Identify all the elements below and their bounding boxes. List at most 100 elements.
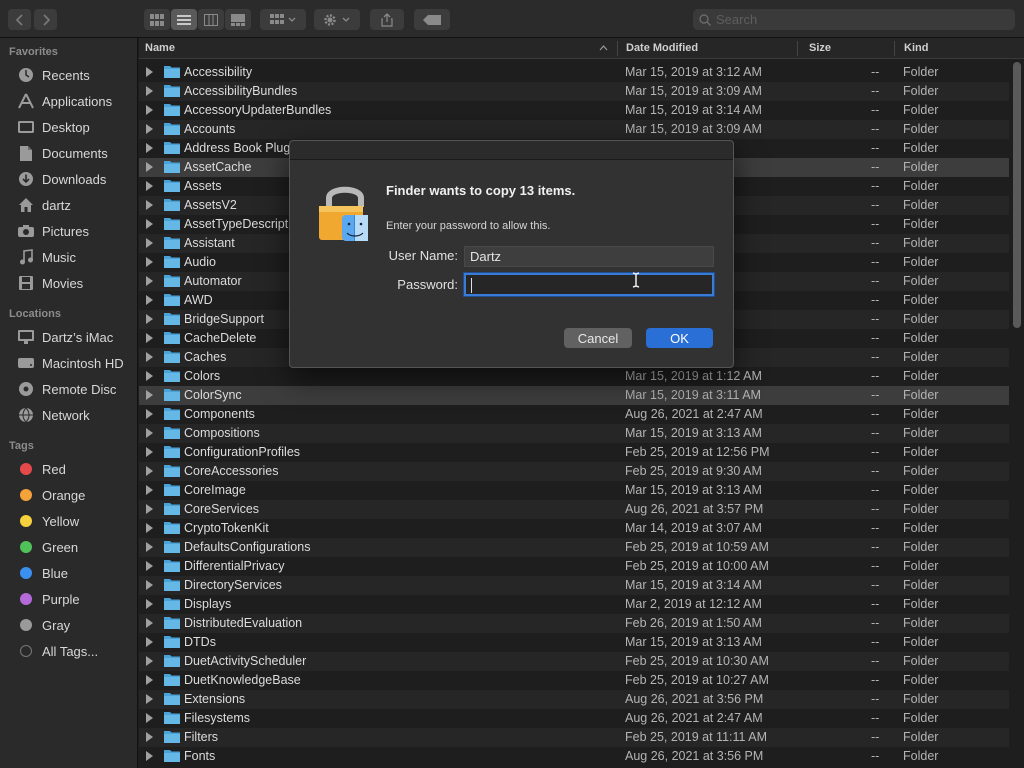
table-row[interactable]: Extensions Aug 26, 2021 at 3:56 PM -- Folde… [139, 690, 1009, 709]
disclosure-triangle-icon[interactable] [146, 504, 153, 514]
disclosure-triangle-icon[interactable] [146, 599, 153, 609]
disclosure-triangle-icon[interactable] [146, 86, 153, 96]
group-by-button[interactable] [260, 9, 306, 30]
vertical-scrollbar[interactable] [1013, 62, 1021, 328]
column-name-header[interactable]: Name [145, 42, 175, 54]
view-columns-button[interactable] [198, 9, 224, 30]
sidebar-tag-yellow[interactable]: Yellow [16, 510, 134, 532]
table-row[interactable]: DuetActivityScheduler Feb 25, 2019 at 10:… [139, 652, 1009, 671]
table-row[interactable]: DifferentialPrivacy Feb 25, 2019 at 10:00… [139, 557, 1009, 576]
sidebar-tag-blue[interactable]: Blue [16, 562, 134, 584]
username-field[interactable] [464, 246, 714, 267]
disclosure-triangle-icon[interactable] [146, 238, 153, 248]
table-row[interactable]: CoreServices Aug 26, 2021 at 3:57 PM -- Fol… [139, 500, 1009, 519]
table-row[interactable]: DirectoryServices Mar 15, 2019 at 3:14 AM… [139, 576, 1009, 595]
sidebar-item-documents[interactable]: Documents [16, 142, 134, 164]
table-row[interactable]: Displays Mar 2, 2019 at 12:12 AM -- Folder [139, 595, 1009, 614]
sidebar-tag-purple[interactable]: Purple [16, 588, 134, 610]
disclosure-triangle-icon[interactable] [146, 656, 153, 666]
action-menu-button[interactable] [314, 9, 360, 30]
sidebar-item-remote-disc[interactable]: Remote Disc [16, 378, 134, 400]
table-row[interactable]: Fonts Aug 26, 2021 at 3:56 PM -- Folder [139, 747, 1009, 766]
table-row[interactable]: Colors Mar 15, 2019 at 1:12 AM -- Folder [139, 367, 1009, 386]
sidebar-item-pictures[interactable]: Pictures [16, 220, 134, 242]
disclosure-triangle-icon[interactable] [146, 466, 153, 476]
search-input[interactable] [716, 12, 996, 27]
search-field[interactable] [693, 9, 1015, 30]
disclosure-triangle-icon[interactable] [146, 618, 153, 628]
table-row[interactable]: DuetKnowledgeBase Feb 25, 2019 at 10:27 A… [139, 671, 1009, 690]
sidebar-item-applications[interactable]: Applications [16, 90, 134, 112]
back-button[interactable] [8, 9, 31, 30]
table-row[interactable]: DistributedEvaluation Feb 26, 2019 at 1:5… [139, 614, 1009, 633]
disclosure-triangle-icon[interactable] [146, 143, 153, 153]
sidebar-tag-green[interactable]: Green [16, 536, 134, 558]
disclosure-triangle-icon[interactable] [146, 561, 153, 571]
disclosure-triangle-icon[interactable] [146, 732, 153, 742]
sidebar-item-music[interactable]: Music [16, 246, 134, 268]
share-button[interactable] [370, 9, 404, 30]
table-row[interactable]: Components Aug 26, 2021 at 2:47 AM -- Folde… [139, 405, 1009, 424]
sidebar-item-movies[interactable]: Movies [16, 272, 134, 294]
disclosure-triangle-icon[interactable] [146, 675, 153, 685]
table-row[interactable]: DTDs Mar 15, 2019 at 3:13 AM -- Folder [139, 633, 1009, 652]
disclosure-triangle-icon[interactable] [146, 162, 153, 172]
table-row[interactable]: CoreAccessories Feb 25, 2019 at 9:30 AM --… [139, 462, 1009, 481]
disclosure-triangle-icon[interactable] [146, 371, 153, 381]
view-list-button[interactable] [171, 9, 197, 30]
table-row[interactable]: DefaultsConfigurations Feb 25, 2019 at 10… [139, 538, 1009, 557]
table-row[interactable]: ColorSync Mar 15, 2019 at 3:11 AM -- Folder [139, 386, 1009, 405]
table-row[interactable]: Compositions Mar 15, 2019 at 3:13 AM -- Fol… [139, 424, 1009, 443]
disclosure-triangle-icon[interactable] [146, 637, 153, 647]
disclosure-triangle-icon[interactable] [146, 200, 153, 210]
sidebar-tag-orange[interactable]: Orange [16, 484, 134, 506]
cancel-button[interactable]: Cancel [564, 328, 632, 348]
disclosure-triangle-icon[interactable] [146, 713, 153, 723]
disclosure-triangle-icon[interactable] [146, 580, 153, 590]
view-icons-button[interactable] [144, 9, 170, 30]
table-row[interactable]: CryptoTokenKit Mar 14, 2019 at 3:07 AM -- F… [139, 519, 1009, 538]
sidebar-tag-red[interactable]: Red [16, 458, 134, 480]
disclosure-triangle-icon[interactable] [146, 409, 153, 419]
forward-button[interactable] [34, 9, 57, 30]
disclosure-triangle-icon[interactable] [146, 219, 153, 229]
sidebar-item-home[interactable]: dartz [16, 194, 134, 216]
disclosure-triangle-icon[interactable] [146, 333, 153, 343]
disclosure-triangle-icon[interactable] [146, 105, 153, 115]
tags-button[interactable] [414, 9, 450, 30]
password-field[interactable] [464, 273, 714, 296]
disclosure-triangle-icon[interactable] [146, 295, 153, 305]
table-row[interactable]: Filesystems Aug 26, 2021 at 2:47 AM -- Fold… [139, 709, 1009, 728]
table-row[interactable]: AccessibilityBundles Mar 15, 2019 at 3:09… [139, 82, 1009, 101]
table-row[interactable]: Accounts Mar 15, 2019 at 3:09 AM -- Folder [139, 120, 1009, 139]
disclosure-triangle-icon[interactable] [146, 485, 153, 495]
table-row[interactable]: CoreImage Mar 15, 2019 at 3:13 AM -- Folder [139, 481, 1009, 500]
disclosure-triangle-icon[interactable] [146, 694, 153, 704]
disclosure-triangle-icon[interactable] [146, 751, 153, 761]
table-row[interactable]: AccessoryUpdaterBundles Mar 15, 2019 at 3… [139, 101, 1009, 120]
disclosure-triangle-icon[interactable] [146, 523, 153, 533]
table-row[interactable]: ConfigurationProfiles Feb 25, 2019 at 12:… [139, 443, 1009, 462]
disclosure-triangle-icon[interactable] [146, 352, 153, 362]
disclosure-triangle-icon[interactable] [146, 276, 153, 286]
disclosure-triangle-icon[interactable] [146, 447, 153, 457]
disclosure-triangle-icon[interactable] [146, 390, 153, 400]
disclosure-triangle-icon[interactable] [146, 314, 153, 324]
column-date-header[interactable]: Date Modified [626, 42, 698, 54]
view-gallery-button[interactable] [225, 9, 251, 30]
column-kind-header[interactable]: Kind [904, 42, 928, 54]
sidebar-item-network[interactable]: Network [16, 404, 134, 426]
sidebar-item-macintosh-hd[interactable]: Macintosh HD [16, 352, 134, 374]
disclosure-triangle-icon[interactable] [146, 67, 153, 77]
disclosure-triangle-icon[interactable] [146, 124, 153, 134]
table-row[interactable]: Accessibility Mar 15, 2019 at 3:12 AM -- Fo… [139, 63, 1009, 82]
ok-button[interactable]: OK [646, 328, 713, 348]
sidebar-tag-gray[interactable]: Gray [16, 614, 134, 636]
disclosure-triangle-icon[interactable] [146, 428, 153, 438]
disclosure-triangle-icon[interactable] [146, 257, 153, 267]
sidebar-all-tags[interactable]: All Tags... [16, 640, 134, 662]
sidebar-item-imac[interactable]: Dartz’s iMac [16, 326, 134, 348]
disclosure-triangle-icon[interactable] [146, 181, 153, 191]
disclosure-triangle-icon[interactable] [146, 542, 153, 552]
table-row[interactable]: Filters Feb 25, 2019 at 11:11 AM -- Folder [139, 728, 1009, 747]
